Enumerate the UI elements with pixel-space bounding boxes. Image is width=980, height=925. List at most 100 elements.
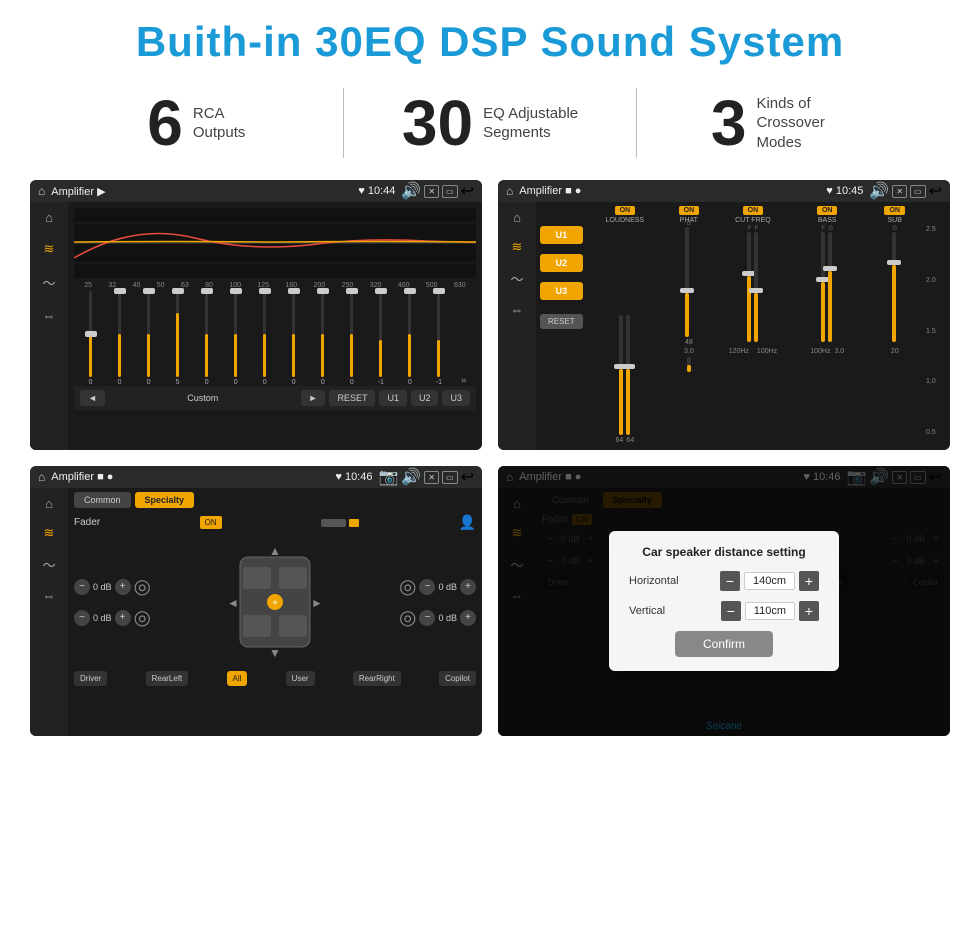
s2-slider-area: ON LOUDNESS [587,206,922,446]
tl-plus-btn[interactable]: + [115,579,131,595]
dialog-overlay: Car speaker distance setting Horizontal … [498,466,950,736]
s3-home-icon[interactable]: ⌂ [45,496,53,511]
s2-wave-icon[interactable]: 〜 [510,269,523,288]
eq-graph [74,208,476,278]
bl-minus-btn[interactable]: − [74,610,90,626]
loudness-on-btn[interactable]: ON [615,206,636,215]
loudness-slider[interactable] [619,315,623,435]
s3-main-area: Common Specialty Fader ON 👤 [68,488,482,736]
home-icon-3[interactable]: ⌂ [38,470,45,484]
eq-slider-7[interactable]: 0 [287,291,301,386]
s3-eq-icon[interactable]: ≋ [44,525,55,541]
screens-grid: ⌂ Amplifier ▶ ♥ 10:44 🔊 ✕ ▭ ↩ ⌂ ≋ 〜 ⇔ [0,170,980,746]
eq-slider-3[interactable]: 5 [171,291,185,386]
fader-user-icon[interactable]: 👤 [459,514,476,531]
eq-slider-5[interactable]: 0 [229,291,243,386]
bass-on-btn[interactable]: ON [817,206,838,215]
eq-slider-1[interactable]: 0 [113,291,127,386]
eq-slider-2[interactable]: 0 [142,291,156,386]
phat-slider2[interactable] [687,357,691,372]
eq-slider-6[interactable]: 0 [258,291,272,386]
common-tab[interactable]: Common [74,492,131,508]
tr-plus-btn[interactable]: + [460,579,476,595]
s3-expand-icon[interactable]: ⇔ [43,588,56,603]
u3-btn[interactable]: U3 [540,282,583,300]
s2-sidebar: ⌂ ≋ 〜 ⇔ [498,202,536,450]
next-button[interactable]: ► [301,390,326,406]
eq-slider-0[interactable]: 0 [84,291,98,386]
sub-slider[interactable] [892,232,896,342]
eq-slider-4[interactable]: 0 [200,291,214,386]
loudness-slider-wrap [619,226,630,435]
s3-wave-icon[interactable]: 〜 [42,555,55,574]
expand-arrows[interactable]: » [461,375,467,386]
u2-btn[interactable]: U2 [540,254,583,272]
s2-reset-btn[interactable]: RESET [540,314,583,329]
prev-button[interactable]: ◄ [80,390,105,406]
u2-button[interactable]: U2 [411,390,439,406]
eq-slider-8[interactable]: 0 [316,291,330,386]
vertical-row: Vertical − 110cm + [629,601,819,621]
eq-slider-11[interactable]: 0 [403,291,417,386]
reset-button[interactable]: RESET [329,390,375,406]
page-title: Buith-in 30EQ DSP Sound System [0,18,980,66]
phat-control: ON PHAT G 48 [665,206,713,444]
user-btn[interactable]: User [286,671,315,686]
all-btn[interactable]: All [227,671,248,686]
br-plus-btn[interactable]: + [460,610,476,626]
u3-button[interactable]: U3 [442,390,470,406]
vertical-minus-btn[interactable]: − [721,601,741,621]
screen1-title: Amplifier ▶ [51,185,352,198]
u1-btn[interactable]: U1 [540,226,583,244]
home-sidebar-icon[interactable]: ⌂ [45,210,53,225]
driver-btn[interactable]: Driver [74,671,107,686]
u1-button[interactable]: U1 [379,390,407,406]
home-icon-2[interactable]: ⌂ [506,184,513,198]
loudness-slider2[interactable] [626,315,630,435]
eq-main-area: 25 32 40 50 63 80 100 125 160 200 250 32… [68,202,482,450]
horizontal-value: 140cm [744,572,795,590]
eq-sidebar-icon[interactable]: ≋ [44,241,55,257]
horizontal-minus-btn[interactable]: − [720,571,740,591]
eq-slider-9[interactable]: 0 [345,291,359,386]
phat-slider[interactable] [685,227,689,337]
home-icon-1[interactable]: ⌂ [38,184,45,198]
confirm-button[interactable]: Confirm [675,631,773,657]
copilot-btn[interactable]: Copilot [439,671,476,686]
cutfreq-on-btn[interactable]: ON [743,206,764,215]
stat-eq: 30 EQ AdjustableSegments [354,91,627,155]
s2-scale: 2.5 2.0 1.5 1.0 0.5 [926,206,946,446]
wave-sidebar-icon[interactable]: 〜 [42,273,55,292]
s3-sidebar: ⌂ ≋ 〜 ⇔ [30,488,68,736]
status-bar-2: ⌂ Amplifier ■ ● ♥ 10:45 🔊 ✕ ▭ ↩ [498,180,950,202]
stat-number-3: 3 [711,91,747,155]
rearright-btn[interactable]: RearRight [353,671,401,686]
phat-on-btn[interactable]: ON [679,206,700,215]
sub-on-btn[interactable]: ON [884,206,905,215]
horizontal-label: Horizontal [629,575,699,587]
bass-control: ON BASS F [793,206,861,444]
bass-slider2[interactable] [828,232,832,342]
eq-slider-10[interactable]: -1 [374,291,388,386]
br-minus-btn[interactable]: − [419,610,435,626]
stat-label-crossover: Kinds ofCrossover Modes [756,94,856,153]
fader-row: Fader ON 👤 [74,514,476,531]
stat-number-30: 30 [402,91,473,155]
bl-plus-btn[interactable]: + [115,610,131,626]
s2-eq-icon[interactable]: ≋ [512,239,523,255]
s2-expand-icon[interactable]: ⇔ [511,302,524,317]
status-bar-3: ⌂ Amplifier ■ ● ♥ 10:46 📷 🔊 ✕ ▭ ↩ [30,466,482,488]
svg-text:►: ► [311,596,323,610]
cutfreq-slider2[interactable] [754,232,758,342]
tl-minus-btn[interactable]: − [74,579,90,595]
tr-minus-btn[interactable]: − [419,579,435,595]
eq-slider-12[interactable]: -1 [432,291,446,386]
vertical-plus-btn[interactable]: + [799,601,819,621]
horizontal-plus-btn[interactable]: + [799,571,819,591]
bass-slider1[interactable] [821,232,825,342]
s2-home-icon[interactable]: ⌂ [513,210,521,225]
rearleft-btn[interactable]: RearLeft [146,671,189,686]
expand-sidebar-icon[interactable]: ⇔ [43,308,56,323]
specialty-tab[interactable]: Specialty [135,492,195,508]
stat-crossover: 3 Kinds ofCrossover Modes [647,91,920,155]
